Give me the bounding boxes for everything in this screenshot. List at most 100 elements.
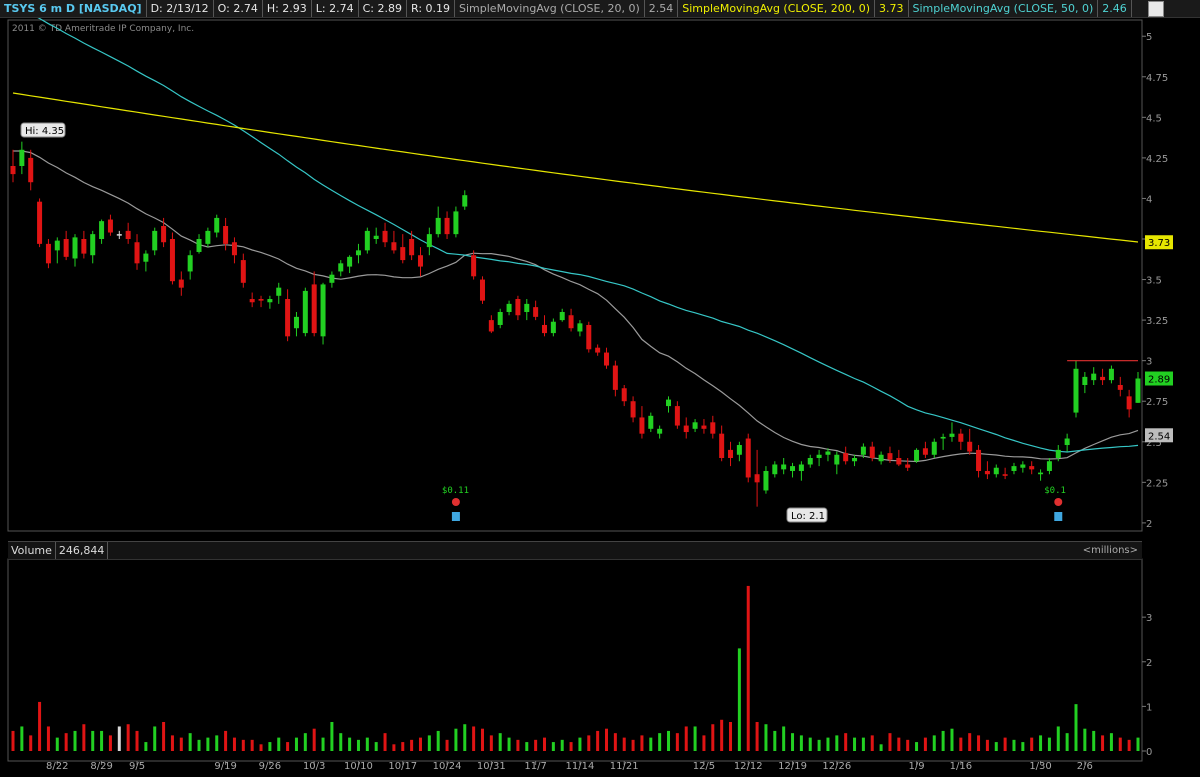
candle-body <box>28 157 34 183</box>
volume-label[interactable]: Volume <box>8 542 56 559</box>
lo-label: Lo: 2.1 <box>791 511 825 522</box>
candle-body <box>940 436 946 439</box>
price-tick-label: 5 <box>1146 32 1152 43</box>
volume-bar <box>1003 737 1007 751</box>
x-tick-label: 10/31 <box>477 761 506 772</box>
volume-bar <box>348 737 352 751</box>
volume-panel-header: Volume 246,844 <millions> <box>8 541 1142 560</box>
volume-bar <box>46 726 50 751</box>
volume-bar <box>675 733 679 751</box>
volume-bar <box>250 739 254 751</box>
volume-bar <box>268 742 272 751</box>
volume-bar <box>959 737 963 751</box>
candle-body <box>798 464 804 471</box>
candle-body <box>772 464 778 475</box>
volume-bar <box>224 730 228 751</box>
price-tick-label: 4.75 <box>1146 73 1168 84</box>
volume-bar <box>418 737 422 751</box>
candle-body <box>1002 474 1008 476</box>
close-value: C: 2.89 <box>359 0 408 17</box>
candle-body <box>1011 466 1017 471</box>
volume-bar <box>286 742 290 751</box>
chart-settings-icon[interactable] <box>1148 1 1164 17</box>
candle-body <box>338 263 344 272</box>
volume-tick-label: 1 <box>1146 702 1152 713</box>
candle-body <box>506 303 512 312</box>
volume-bar <box>667 730 671 751</box>
candle-body <box>533 307 539 317</box>
candle-body <box>258 299 264 301</box>
price-tick-label: 3 <box>1146 357 1152 368</box>
volume-bar <box>365 737 369 751</box>
candle-body <box>302 290 308 334</box>
candle-body <box>604 352 610 366</box>
candle-body <box>54 240 60 251</box>
volume-bar <box>605 728 609 751</box>
sma50-label[interactable]: SimpleMovingAvg (CLOSE, 50, 0) <box>909 0 1099 17</box>
volume-bar <box>498 733 502 751</box>
price-tick-label: 4.5 <box>1146 113 1162 124</box>
volume-bar <box>622 737 626 751</box>
candle-body <box>967 441 973 452</box>
sma20-label[interactable]: SimpleMovingAvg (CLOSE, 20, 0) <box>455 0 645 17</box>
sma200-label[interactable]: SimpleMovingAvg (CLOSE, 200, 0) <box>678 0 876 17</box>
volume-value: 246,844 <box>56 542 109 559</box>
x-tick-label: 9/19 <box>214 761 236 772</box>
x-tick-label: 10/17 <box>388 761 417 772</box>
open-value: O: 2.74 <box>214 0 263 17</box>
dividend1-label: $0.11 <box>442 486 469 496</box>
candle-body <box>178 279 184 288</box>
price-tick-label: 2.25 <box>1146 478 1168 489</box>
volume-bar <box>356 739 360 751</box>
volume-bar <box>480 728 484 751</box>
candle-body <box>692 422 698 429</box>
candle-body <box>887 453 893 460</box>
candle-body <box>320 284 326 337</box>
candle-body <box>479 279 485 301</box>
candle-body <box>355 250 361 256</box>
date-value: D: 2/13/12 <box>147 0 214 17</box>
volume-bar <box>613 733 617 751</box>
candle-body <box>825 451 831 455</box>
volume-bar <box>436 730 440 751</box>
volume-bar <box>950 728 954 751</box>
volume-bar <box>277 737 281 751</box>
candle-body <box>914 449 920 462</box>
volume-bar <box>534 739 538 751</box>
symbol-label[interactable]: TSYS 6 m D [NASDAQ] <box>0 0 147 17</box>
volume-bar <box>91 730 95 751</box>
volume-bar <box>994 742 998 751</box>
dividend2-label: $0.1 <box>1044 486 1066 496</box>
volume-bar <box>587 735 591 751</box>
volume-bar <box>1065 733 1069 751</box>
candle-body <box>612 365 618 390</box>
price-tick-label: 4.25 <box>1146 154 1168 165</box>
candle-body <box>116 234 122 236</box>
chart-header: TSYS 6 m D [NASDAQ] D: 2/13/12 O: 2.74 H: 2… <box>0 0 1200 18</box>
candle-body <box>878 454 884 462</box>
x-tick-label: 12/19 <box>778 761 807 772</box>
candle-body <box>657 428 663 434</box>
x-tick-label: 12/5 <box>693 761 715 772</box>
candle-body <box>781 464 787 470</box>
candle-body <box>648 415 654 429</box>
sma20-badge: 2.54 <box>1148 431 1170 442</box>
candle-body <box>1020 464 1026 468</box>
volume-bar <box>383 733 387 751</box>
volume-bar <box>923 737 927 751</box>
candle-body <box>568 315 574 329</box>
candle-body <box>949 433 955 437</box>
volume-bar <box>241 739 245 751</box>
volume-bar <box>445 739 449 751</box>
volume-bar <box>1083 728 1087 751</box>
candle-body <box>125 230 131 239</box>
volume-bar <box>197 739 201 751</box>
low-value: L: 2.74 <box>312 0 359 17</box>
candle-body <box>621 388 627 402</box>
price-chart[interactable]: 54.754.54.2543.753.53.2532.752.52.252 Hi… <box>0 18 1200 777</box>
candle-body <box>639 417 645 434</box>
volume-tick-label: 3 <box>1146 613 1152 624</box>
volume-bar <box>1127 739 1131 751</box>
hi-label: Hi: 4.35 <box>25 126 64 137</box>
price-tick-label: 2.75 <box>1146 397 1168 408</box>
